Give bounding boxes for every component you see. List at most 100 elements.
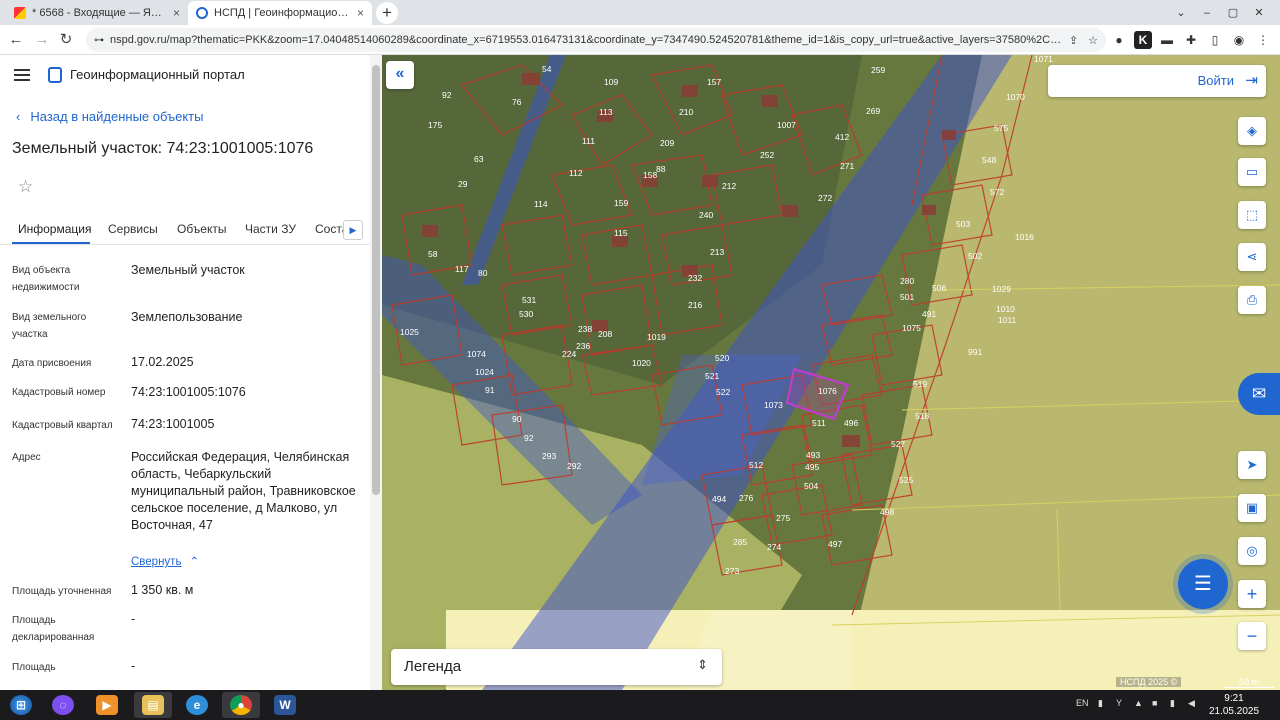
site-info-icon[interactable]: ⊶ [94, 35, 104, 46]
taskbar-ie[interactable]: e [178, 692, 216, 718]
tray-app-icon[interactable]: ▮ [1098, 698, 1103, 709]
login-bar: Войти ⇥ [1048, 65, 1266, 97]
reload-icon[interactable]: ↻ [56, 30, 76, 50]
assistant-side-button[interactable]: ✉ [1238, 373, 1280, 415]
tab-information[interactable]: Информация [18, 222, 91, 236]
field-value: 74:23:1001005 [131, 417, 215, 431]
chevron-updown-icon: ⇕ [697, 657, 708, 672]
browser-toolbar: ← → ↻ ⊶ nspd.gov.ru/map?thematic=PKK&zoo… [0, 25, 1280, 55]
field-value: - [131, 612, 136, 626]
field-label: Вид объекта недвижимости [12, 265, 80, 293]
extension-icon[interactable]: ● [1110, 31, 1128, 49]
menu-dots-icon[interactable]: ⋮ [1254, 31, 1272, 49]
chevron-up-icon: ⌃ [189, 556, 200, 568]
tab-title: НСПД | Геоинформационный п [214, 7, 351, 19]
minimap-icon[interactable]: ▣ [1238, 494, 1266, 522]
panel-scrollbar-thumb[interactable] [372, 65, 380, 495]
ruler-icon[interactable]: ▭ [1238, 158, 1266, 186]
sidepanel-icon[interactable]: ▯ [1206, 31, 1224, 49]
zoom-out-button[interactable]: − [1238, 622, 1266, 650]
chevron-left-icon: ‹ [16, 109, 21, 124]
field-label: Дата присвоения [12, 358, 92, 369]
address-value: Российская Федерация, Челябинская област… [131, 450, 356, 532]
close-window-icon[interactable]: ✕ [1246, 6, 1272, 19]
map-view[interactable]: 1071 1070 575 548 572 503 502 506 1029 1010 1011 99… [382, 55, 1280, 690]
start-button[interactable]: ⊞ [2, 692, 40, 718]
volume-icon[interactable]: ◀ [1188, 698, 1195, 709]
browser-tab-strip: * 6568 - Входящие — Яндекс По × НСПД | Г… [0, 0, 1280, 25]
back-arrow-icon[interactable]: ← [6, 30, 26, 50]
profile-icon[interactable]: ◉ [1230, 31, 1248, 49]
taskbar-chrome[interactable]: ● [222, 692, 260, 718]
taskbar-word[interactable]: W [266, 692, 304, 718]
layers-icon[interactable]: ◈ [1238, 117, 1266, 145]
collapse-address-link[interactable]: Свернуть ⌃ [131, 554, 199, 568]
print-icon[interactable]: ⎙ [1238, 286, 1266, 314]
field-label: Кадастровый квартал [12, 420, 113, 431]
zoom-in-button[interactable]: + [1238, 580, 1266, 608]
geolocation-icon[interactable]: ◎ [1238, 537, 1266, 565]
field-value: 17.02.2025 [131, 355, 194, 369]
antivirus-tray-icon[interactable]: ■ [1152, 698, 1157, 708]
bookmark-star-icon[interactable]: ☆ [1088, 34, 1098, 47]
map-scale: 50 m [1224, 677, 1274, 688]
minimize-icon[interactable]: – [1194, 7, 1220, 19]
field-label: Площадь декларированная [12, 615, 95, 643]
legend-dropdown[interactable]: Легенда ⇕ [391, 649, 722, 685]
tabs-scroll-right-button[interactable]: ▶ [343, 220, 363, 240]
info-tabs: Информация Сервисы Объекты Части ЗУ Сост… [0, 215, 370, 245]
windows-taskbar: ⊞ ◌ ▶ ▤ e ● W EN ▮ Y ▲ ■ ▮ ◀ 9:21 21.05.… [0, 690, 1280, 720]
forward-arrow-icon[interactable]: → [32, 30, 52, 50]
folder-icon: ▤ [142, 695, 164, 715]
address-bar[interactable]: ⊶ nspd.gov.ru/map?thematic=PKK&zoom=17.0… [86, 28, 1106, 52]
tab-yandex-mail[interactable]: * 6568 - Входящие — Яндекс По × [6, 1, 188, 25]
login-icon[interactable]: ⇥ [1245, 71, 1258, 89]
yandex-tray-icon[interactable]: Y [1116, 698, 1122, 708]
tab-parts[interactable]: Части ЗУ [245, 222, 296, 236]
share-icon[interactable]: ⋖ [1238, 243, 1266, 271]
collapse-panel-button[interactable]: « [386, 61, 414, 89]
clock-time: 9:21 [1224, 693, 1244, 704]
taskbar-explorer[interactable]: ▤ [134, 692, 172, 718]
select-area-icon[interactable]: ⬚ [1238, 201, 1266, 229]
maximize-icon[interactable]: ▢ [1220, 6, 1246, 19]
chat-button[interactable]: ☰ [1178, 559, 1228, 609]
portal-title: Геоинформационный портал [70, 67, 245, 82]
field-value: 74:23:1001005:1076 [131, 385, 246, 399]
share-page-icon[interactable]: ⇪ [1069, 34, 1078, 47]
cadastral-map[interactable] [382, 55, 1280, 690]
windows-logo-icon: ⊞ [10, 695, 32, 715]
active-tab-indicator [12, 242, 90, 244]
extension-icon[interactable]: ▬ [1158, 31, 1176, 49]
tab-search-icon[interactable]: ⌄ [1168, 6, 1194, 19]
notification-tray-icon[interactable]: ▲ [1134, 698, 1143, 708]
tab-close-icon[interactable]: × [173, 6, 180, 20]
media-player-icon: ▶ [96, 695, 118, 715]
tab-services[interactable]: Сервисы [108, 222, 158, 236]
navigation-icon[interactable]: ➤ [1238, 451, 1266, 479]
system-clock[interactable]: 9:21 21.05.2025 [1208, 692, 1260, 718]
language-indicator[interactable]: EN [1076, 698, 1089, 708]
url-text: nspd.gov.ru/map?thematic=PKK&zoom=17.040… [110, 34, 1063, 46]
back-link-label: Назад в найденные объекты [30, 109, 204, 124]
legend-label: Легенда [404, 658, 462, 675]
field-label: Кадастровый номер [12, 387, 106, 398]
taskbar-media-player[interactable]: ▶ [88, 692, 126, 718]
hamburger-menu-icon[interactable] [14, 69, 30, 81]
tab-objects[interactable]: Объекты [177, 222, 227, 236]
field-label: Адрес [12, 452, 41, 463]
back-to-results-link[interactable]: ‹ Назад в найденные объекты [16, 109, 203, 124]
k-extension-icon[interactable]: K [1134, 31, 1152, 49]
taskbar-alice[interactable]: ◌ [44, 692, 82, 718]
new-tab-button[interactable]: + [376, 2, 398, 24]
object-info-panel: Геоинформационный портал ‹ Назад в найден… [0, 55, 382, 690]
puzzle-icon[interactable]: ✚ [1182, 31, 1200, 49]
favorite-star-icon[interactable]: ☆ [18, 177, 33, 197]
yandex-mail-icon [14, 7, 26, 19]
login-button[interactable]: Войти [1198, 73, 1234, 88]
network-icon[interactable]: ▮ [1170, 698, 1175, 709]
field-value: - [131, 659, 136, 673]
tab-nspd[interactable]: НСПД | Геоинформационный п × [188, 1, 372, 25]
tab-close-icon[interactable]: × [357, 6, 364, 20]
portal-logo-icon [48, 67, 62, 83]
